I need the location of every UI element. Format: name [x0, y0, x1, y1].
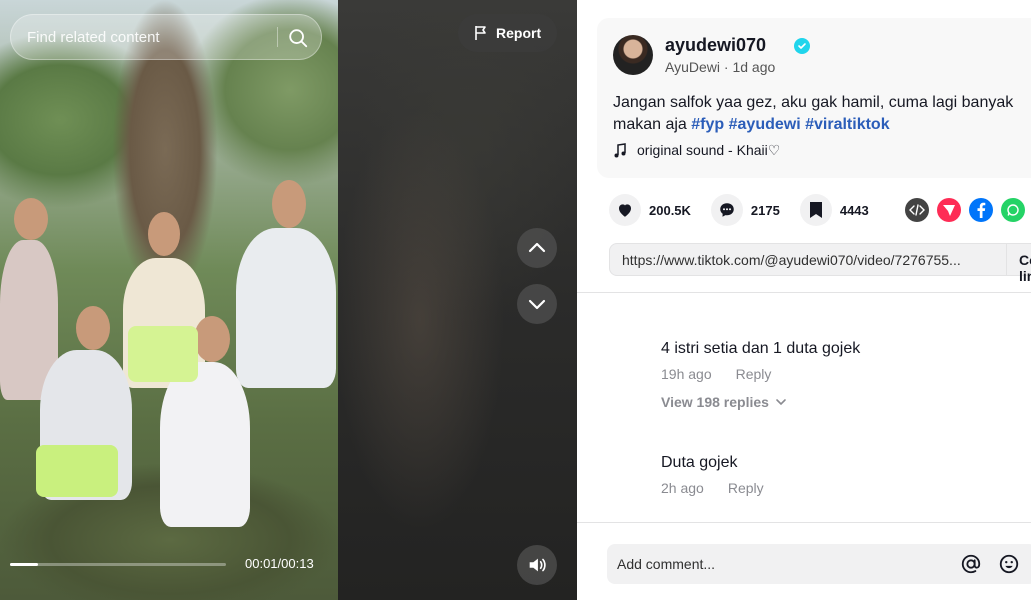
engagement-stats: 200.5K 2175 4443: [609, 194, 889, 226]
at-icon[interactable]: [959, 552, 983, 576]
report-label: Report: [496, 25, 542, 41]
hashtag-link[interactable]: #viraltiktok: [805, 116, 889, 133]
music-title: original sound - Khaii♡: [637, 142, 781, 158]
description-card: ayudewi070 AyuDewi · 1d ago Jangan salfo…: [597, 18, 1031, 178]
video-player[interactable]: 00:01/00:13: [0, 0, 338, 600]
person-head: [76, 306, 110, 350]
whatsapp-icon[interactable]: [1001, 198, 1025, 222]
like-button[interactable]: 200.5K: [609, 194, 691, 226]
share-link-text[interactable]: https://www.tiktok.com/@ayudewi070/video…: [622, 252, 982, 268]
person-figure: [236, 228, 336, 388]
person-head: [14, 198, 48, 240]
comment-time: 19h ago: [661, 366, 712, 382]
reply-button[interactable]: Reply: [728, 480, 764, 496]
comment-count-button[interactable]: 2175: [710, 194, 780, 226]
chevron-down-icon: [528, 299, 546, 310]
person-figure: [36, 445, 118, 497]
author-subline: AyuDewi · 1d ago: [665, 59, 775, 75]
volume-icon: [529, 558, 546, 572]
author-display-name[interactable]: AyuDewi: [665, 59, 720, 75]
embed-icon[interactable]: [905, 198, 929, 222]
bookmark-icon: [799, 194, 832, 226]
author-avatar[interactable]: [613, 35, 653, 75]
person-figure: [160, 362, 250, 527]
search-divider: [277, 27, 278, 47]
search-input[interactable]: [27, 15, 267, 59]
facebook-icon[interactable]: [969, 198, 993, 222]
view-replies-button[interactable]: View 198 replies: [661, 394, 787, 410]
comment-text: Duta gojek: [661, 454, 738, 471]
report-button[interactable]: Report: [458, 14, 557, 52]
music-link[interactable]: original sound - Khaii♡: [613, 142, 780, 159]
person-head: [148, 212, 180, 256]
previous-video-button[interactable]: [517, 228, 557, 268]
comment-time: 2h ago: [661, 480, 704, 496]
section-divider: [577, 522, 1031, 523]
comment-count: 2175: [750, 202, 780, 218]
post-caption: Jangan salfok yaa gez, aku gak hamil, cu…: [613, 92, 1031, 136]
author-username[interactable]: ayudewi070: [665, 35, 766, 56]
video-time: 00:01/00:13: [245, 556, 314, 571]
commenter-avatar[interactable]: [605, 328, 645, 368]
share-row: [905, 198, 1025, 222]
view-replies-label: View 198 replies: [661, 394, 769, 410]
flag-icon: [475, 26, 486, 40]
video-area: 00:01/00:13 Report: [0, 0, 577, 600]
video-progress-bar[interactable]: [10, 563, 226, 566]
verified-badge-icon: [794, 38, 810, 54]
post-age: 1d ago: [732, 59, 776, 75]
emoji-icon[interactable]: [997, 552, 1021, 576]
copy-link-button[interactable]: Copy link: [1006, 244, 1031, 284]
comment-meta: 2h ago Reply: [661, 480, 764, 496]
person-head: [272, 180, 306, 228]
next-video-button[interactable]: [517, 284, 557, 324]
comment-icon: [710, 194, 743, 226]
like-count: 200.5K: [649, 202, 691, 218]
chevron-up-icon: [528, 242, 546, 253]
section-divider: [577, 292, 1031, 293]
heart-icon: [609, 194, 641, 226]
search-icon: [289, 29, 308, 48]
chevron-down-icon: [776, 399, 786, 406]
save-button[interactable]: 4443: [799, 194, 869, 226]
commenter-avatar[interactable]: [605, 442, 645, 482]
hashtag-link[interactable]: #fyp: [691, 116, 724, 133]
person-head: [194, 316, 230, 362]
comment-meta: 19h ago Reply: [661, 366, 771, 382]
music-note-icon: [614, 142, 626, 157]
person-figure: [128, 326, 198, 382]
send-icon[interactable]: [937, 198, 961, 222]
share-link-box: https://www.tiktok.com/@ayudewi070/video…: [609, 243, 1031, 284]
hashtag-link[interactable]: #ayudewi: [729, 116, 801, 133]
tiktok-video-page: 00:01/00:13 Report ayudewi070 AyuDewi ·: [0, 0, 1031, 600]
comment-text: 4 istri setia dan 1 duta gojek: [661, 340, 861, 357]
video-progress-fill: [10, 563, 39, 566]
reply-button[interactable]: Reply: [736, 366, 772, 382]
comment-bar: [607, 544, 1031, 584]
details-panel: ayudewi070 AyuDewi · 1d ago Jangan salfo…: [577, 0, 1031, 600]
save-count: 4443: [839, 202, 869, 218]
comment-input[interactable]: [617, 544, 937, 584]
volume-button[interactable]: [517, 545, 557, 585]
search-box[interactable]: [10, 14, 322, 60]
search-button[interactable]: [281, 21, 315, 55]
